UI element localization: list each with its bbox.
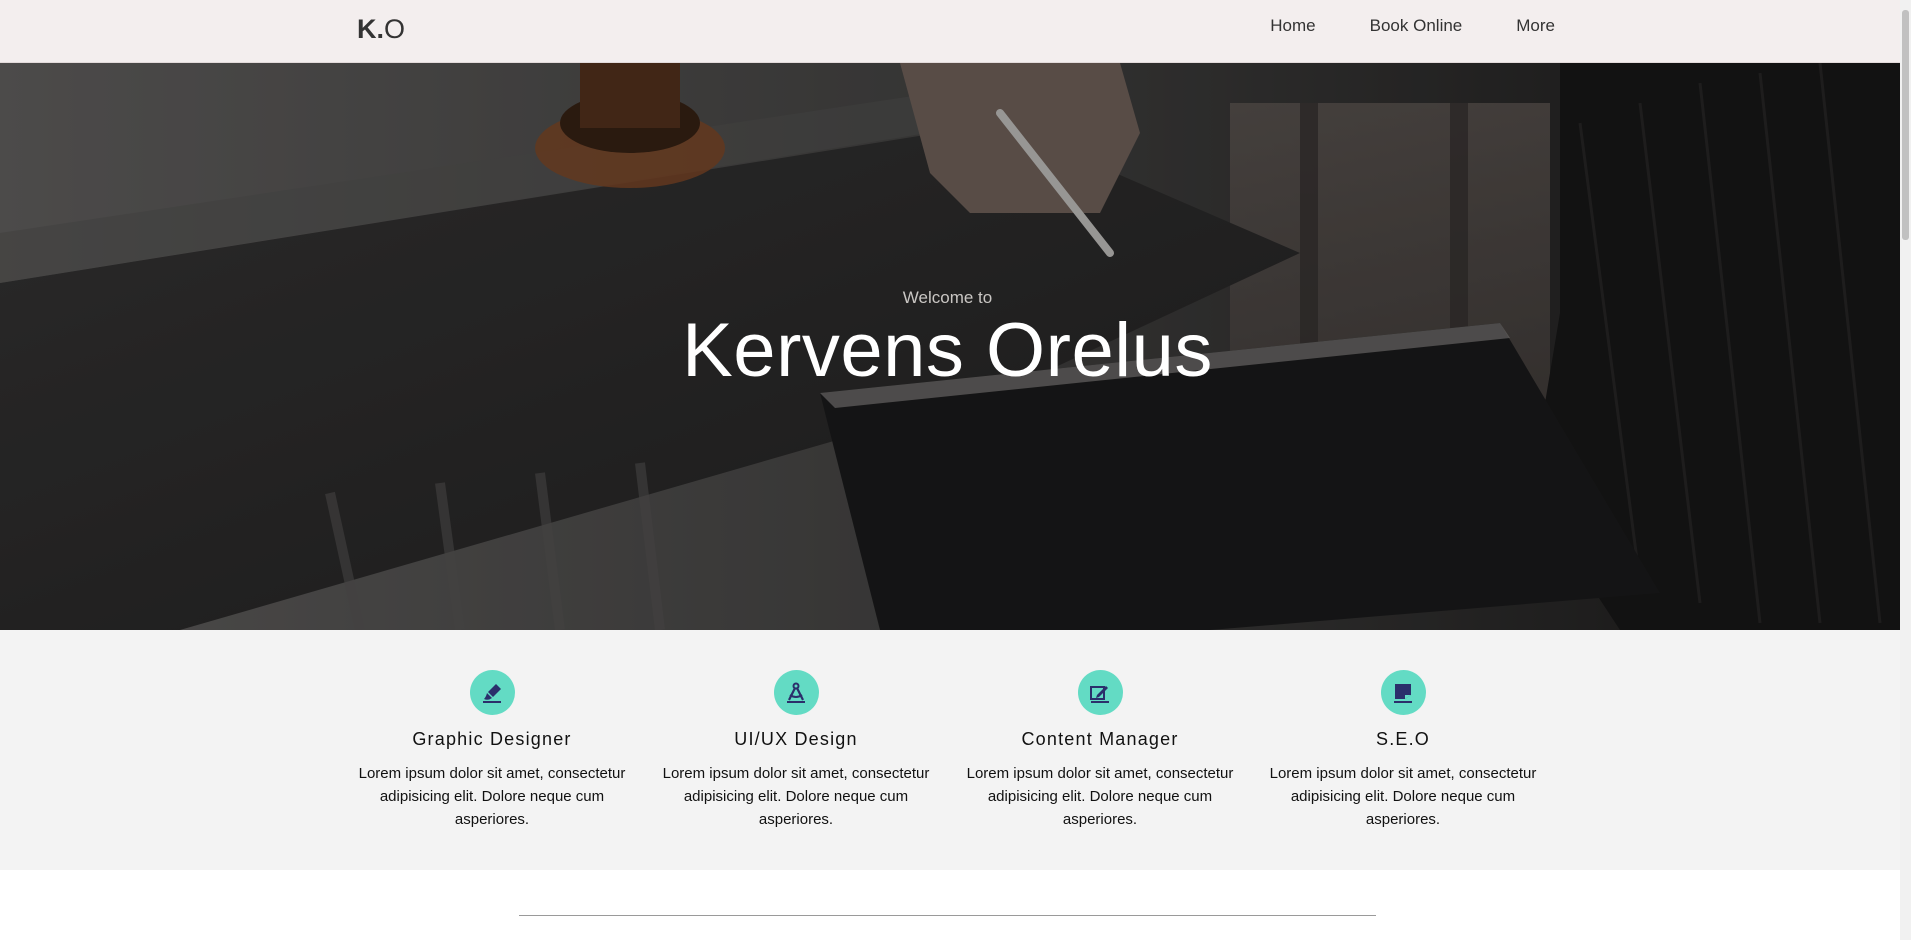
service-card-seo: S.E.O Lorem ipsum dolor sit amet, consec… <box>1263 670 1543 831</box>
service-title: Graphic Designer <box>412 729 572 749</box>
nav-more-link[interactable]: More <box>1516 16 1555 36</box>
service-description: Lorem ipsum dolor sit amet, consectetur … <box>1269 765 1537 828</box>
site-logo[interactable]: K.O <box>357 14 405 45</box>
services-section: Graphic Designer Lorem ipsum dolor sit a… <box>0 630 1900 870</box>
service-card-graphic-designer: Graphic Designer Lorem ipsum dolor sit a… <box>352 670 632 831</box>
hero-title: Kervens Orelus <box>682 308 1213 393</box>
hero-subtitle: Welcome to <box>902 288 993 307</box>
nav-book-online-link[interactable]: Book Online <box>1370 16 1463 36</box>
note-icon <box>1380 670 1426 715</box>
compass-icon <box>773 670 819 715</box>
service-description: Lorem ipsum dolor sit amet, consectetur … <box>358 765 626 828</box>
service-title: UI/UX Design <box>734 729 858 749</box>
navbar: K.O Home Book Online More <box>0 0 1900 63</box>
service-title: S.E.O <box>1375 729 1430 749</box>
service-title: Content Manager <box>1021 729 1179 749</box>
logo-letter-o: O <box>384 14 406 44</box>
service-description: Lorem ipsum dolor sit amet, consectetur … <box>662 765 930 828</box>
page-scrollbar[interactable] <box>1900 0 1911 940</box>
service-card-ui-ux-design: UI/UX Design Lorem ipsum dolor sit amet,… <box>656 670 936 831</box>
logo-letter-k: K <box>357 14 377 44</box>
edit-icon <box>1077 670 1123 715</box>
logo-dot: . <box>376 14 385 44</box>
section-divider <box>519 915 1376 916</box>
nav-home-link[interactable]: Home <box>1270 16 1315 36</box>
nav-links: Home Book Online More <box>1270 16 1555 36</box>
scrollbar-thumb[interactable] <box>1902 10 1909 240</box>
service-card-content-manager: Content Manager Lorem ipsum dolor sit am… <box>960 670 1240 831</box>
hero-banner: Welcome to Kervens Orelus <box>0 63 1900 630</box>
hero-text: Welcome to Kervens Orelus <box>0 288 1895 392</box>
brush-icon <box>469 670 515 715</box>
service-description: Lorem ipsum dolor sit amet, consectetur … <box>966 765 1234 828</box>
